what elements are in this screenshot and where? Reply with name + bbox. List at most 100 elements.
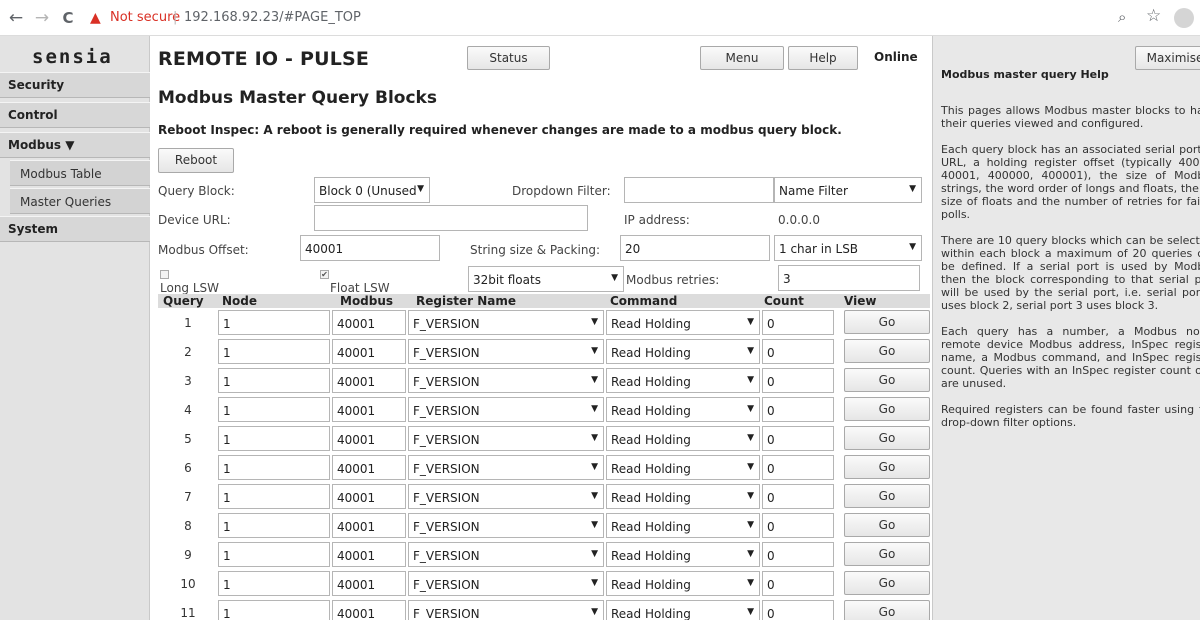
- go-button[interactable]: Go: [844, 368, 930, 392]
- register-name-select[interactable]: F_VERSION ▼: [408, 397, 604, 422]
- go-button[interactable]: Go: [844, 339, 930, 363]
- count-input[interactable]: 0: [762, 571, 834, 596]
- command-select[interactable]: Read Holding ▼: [606, 339, 760, 364]
- count-input[interactable]: 0: [762, 339, 834, 364]
- string-size-input[interactable]: 20: [620, 235, 770, 261]
- warning-icon[interactable]: ▲: [90, 9, 101, 27]
- nav-subitem-master-queries[interactable]: Master Queries: [10, 188, 150, 214]
- security-status[interactable]: Not secure: [110, 10, 180, 25]
- go-button[interactable]: Go: [844, 484, 930, 508]
- menu-button[interactable]: Menu: [700, 46, 784, 70]
- nav-item-control[interactable]: Control: [0, 102, 150, 128]
- node-input[interactable]: 1: [218, 310, 330, 335]
- go-button[interactable]: Go: [844, 455, 930, 479]
- register-name-select[interactable]: F_VERSION ▼: [408, 571, 604, 596]
- reboot-button[interactable]: Reboot: [158, 148, 234, 173]
- float-lsw-checkbox[interactable]: ✔: [320, 270, 329, 279]
- modbus-address-input[interactable]: 40001: [332, 310, 406, 335]
- modbus-address-input[interactable]: 40001: [332, 542, 406, 567]
- device-url-input[interactable]: [314, 205, 588, 231]
- count-input[interactable]: 0: [762, 542, 834, 567]
- go-button[interactable]: Go: [844, 571, 930, 595]
- modbus-address-input[interactable]: 40001: [332, 571, 406, 596]
- zoom-icon[interactable]: ⌕: [1118, 8, 1126, 26]
- profile-avatar[interactable]: [1174, 8, 1194, 28]
- dropdown-filter-input[interactable]: [624, 177, 774, 203]
- nav-subitem-modbus-table[interactable]: Modbus Table: [10, 160, 150, 186]
- address-bar[interactable]: 192.168.92.23/#PAGE_TOP: [184, 10, 361, 25]
- node-input[interactable]: 1: [218, 426, 330, 451]
- register-name-select[interactable]: F_VERSION ▼: [408, 600, 604, 620]
- go-button[interactable]: Go: [844, 397, 930, 421]
- nav-item-modbus[interactable]: Modbus ▼: [0, 132, 150, 158]
- modbus-address-input[interactable]: 40001: [332, 397, 406, 422]
- node-input[interactable]: 1: [218, 571, 330, 596]
- name-filter-select[interactable]: Name Filter ▼: [774, 177, 922, 203]
- count-input[interactable]: 0: [762, 484, 834, 509]
- maximise-button[interactable]: Maximise: [1135, 46, 1200, 70]
- command-select[interactable]: Read Holding ▼: [606, 455, 760, 480]
- go-button[interactable]: Go: [844, 310, 930, 334]
- help-button[interactable]: Help: [788, 46, 858, 70]
- node-input[interactable]: 1: [218, 513, 330, 538]
- status-button[interactable]: Status: [467, 46, 550, 70]
- command-select[interactable]: Read Holding ▼: [606, 426, 760, 451]
- modbus-address-input[interactable]: 40001: [332, 600, 406, 620]
- help-paragraph: Each query has a number, a Modbus node, …: [941, 325, 1200, 390]
- modbus-address-input[interactable]: 40001: [332, 339, 406, 364]
- count-input[interactable]: 0: [762, 513, 834, 538]
- register-name-select[interactable]: F_VERSION ▼: [408, 368, 604, 393]
- modbus-address-input[interactable]: 40001: [332, 455, 406, 480]
- modbus-address-input[interactable]: 40001: [332, 426, 406, 451]
- node-input[interactable]: 1: [218, 542, 330, 567]
- nav-item-system[interactable]: System: [0, 216, 150, 242]
- packing-select[interactable]: 1 char in LSB ▼: [774, 235, 922, 261]
- modbus-address-input[interactable]: 40001: [332, 513, 406, 538]
- back-arrow-icon[interactable]: ←: [6, 8, 26, 28]
- node-input[interactable]: 1: [218, 600, 330, 620]
- command-select[interactable]: Read Holding ▼: [606, 368, 760, 393]
- node-input[interactable]: 1: [218, 455, 330, 480]
- command-select[interactable]: Read Holding ▼: [606, 513, 760, 538]
- command-select[interactable]: Read Holding ▼: [606, 484, 760, 509]
- modbus-address-input[interactable]: 40001: [332, 368, 406, 393]
- go-button[interactable]: Go: [844, 600, 930, 620]
- register-name-select[interactable]: F_VERSION ▼: [408, 310, 604, 335]
- register-name-select[interactable]: F_VERSION ▼: [408, 426, 604, 451]
- command-select[interactable]: Read Holding ▼: [606, 571, 760, 596]
- node-input[interactable]: 1: [218, 339, 330, 364]
- reload-icon[interactable]: C: [58, 8, 78, 28]
- float-size-select[interactable]: 32bit floats ▼: [468, 266, 624, 292]
- nav-item-security[interactable]: Security: [0, 72, 150, 98]
- register-name-select[interactable]: F_VERSION ▼: [408, 455, 604, 480]
- register-name-value: F_VERSION: [413, 433, 480, 447]
- command-select[interactable]: Read Holding ▼: [606, 600, 760, 620]
- count-input[interactable]: 0: [762, 397, 834, 422]
- command-select[interactable]: Read Holding ▼: [606, 397, 760, 422]
- go-button[interactable]: Go: [844, 542, 930, 566]
- go-button[interactable]: Go: [844, 513, 930, 537]
- go-button[interactable]: Go: [844, 426, 930, 450]
- help-paragraph: Each query block has an associated seria…: [941, 143, 1200, 221]
- node-input[interactable]: 1: [218, 484, 330, 509]
- forward-arrow-icon[interactable]: →: [32, 8, 52, 28]
- node-input[interactable]: 1: [218, 397, 330, 422]
- modbus-address-input[interactable]: 40001: [332, 484, 406, 509]
- register-name-select[interactable]: F_VERSION ▼: [408, 513, 604, 538]
- count-input[interactable]: 0: [762, 600, 834, 620]
- command-select[interactable]: Read Holding ▼: [606, 542, 760, 567]
- node-input[interactable]: 1: [218, 368, 330, 393]
- register-name-select[interactable]: F_VERSION ▼: [408, 484, 604, 509]
- command-select[interactable]: Read Holding ▼: [606, 310, 760, 335]
- count-input[interactable]: 0: [762, 426, 834, 451]
- count-input[interactable]: 0: [762, 310, 834, 335]
- count-input[interactable]: 0: [762, 368, 834, 393]
- query-block-select[interactable]: Block 0 (Unused ▼: [314, 177, 430, 203]
- modbus-retries-input[interactable]: 3: [778, 265, 920, 291]
- modbus-offset-input[interactable]: 40001: [300, 235, 440, 261]
- register-name-select[interactable]: F_VERSION ▼: [408, 339, 604, 364]
- long-lsw-checkbox[interactable]: [160, 270, 169, 279]
- bookmark-star-icon[interactable]: ☆: [1146, 6, 1161, 26]
- register-name-select[interactable]: F_VERSION ▼: [408, 542, 604, 567]
- count-input[interactable]: 0: [762, 455, 834, 480]
